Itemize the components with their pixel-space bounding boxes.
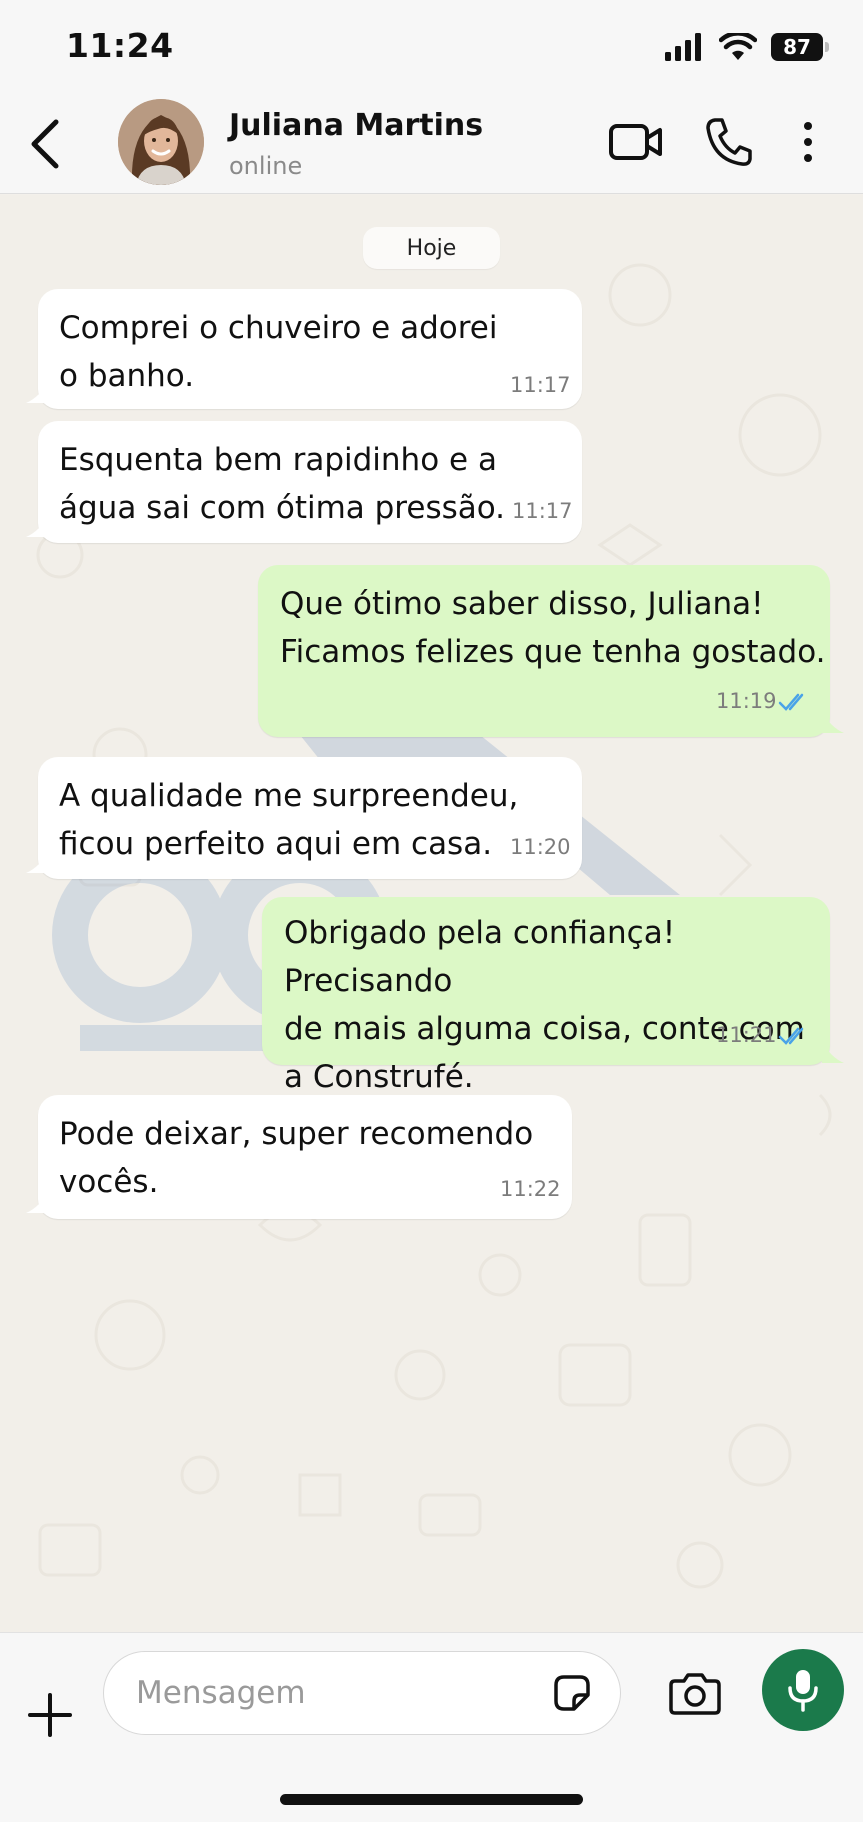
wifi-icon: [719, 33, 757, 60]
signal-icon: [665, 33, 701, 61]
chat-header: Juliana Martins online: [0, 94, 863, 194]
status-bar: 11:24 87: [0, 0, 863, 94]
message-bubble-incoming[interactable]: Pode deixar, super recomendo vocês. 11:2…: [38, 1095, 572, 1219]
read-receipt-icon: [778, 693, 804, 711]
message-input-bar: [0, 1632, 863, 1822]
home-indicator[interactable]: [280, 1794, 583, 1805]
message-time: 11:17: [510, 373, 571, 397]
message-text: Esquenta bem rapidinho e a água sai com …: [59, 442, 506, 526]
message-time: 11:17: [512, 499, 573, 523]
read-receipt-icon: [778, 1027, 804, 1045]
chat-area[interactable]: Hoje Comprei o chuveiro e adorei o banho…: [0, 195, 863, 1632]
bubble-tail: [822, 1041, 844, 1063]
message-bubble-outgoing[interactable]: Obrigado pela confiança! Precisando de m…: [262, 897, 830, 1095]
battery-indicator: 87: [771, 33, 829, 61]
phone-icon: [706, 118, 752, 166]
message-text: Que ótimo saber disso, Juliana! Ficamos …: [280, 586, 826, 670]
message-bubble-incoming[interactable]: Comprei o chuveiro e adorei o banho. 11:…: [38, 289, 582, 409]
status-time: 11:24: [66, 26, 174, 65]
contact-avatar-icon: [118, 99, 204, 185]
status-icons: 87: [665, 32, 829, 62]
message-bubble-outgoing[interactable]: Que ótimo saber disso, Juliana! Ficamos …: [258, 565, 830, 737]
attach-button[interactable]: [28, 1693, 72, 1737]
microphone-icon: [788, 1670, 818, 1712]
bubble-tail: [26, 851, 48, 873]
more-vertical-icon: [804, 122, 812, 162]
contact-name[interactable]: Juliana Martins: [229, 108, 483, 143]
bubble-tail: [822, 711, 844, 733]
voice-message-button[interactable]: [762, 1649, 844, 1731]
message-text: Pode deixar, super recomendo vocês.: [59, 1116, 534, 1200]
battery-level: 87: [783, 35, 811, 59]
message-input[interactable]: [103, 1651, 621, 1735]
sticker-icon: [554, 1675, 590, 1711]
sticker-button[interactable]: [552, 1673, 592, 1713]
message-text: Comprei o chuveiro e adorei o banho.: [59, 310, 498, 394]
plus-icon: [28, 1693, 72, 1737]
chevron-left-icon: [31, 119, 59, 169]
bubble-tail: [26, 515, 48, 537]
video-call-button[interactable]: [608, 120, 664, 170]
bubble-tail: [26, 1191, 48, 1213]
video-camera-icon: [609, 124, 662, 160]
message-bubble-incoming[interactable]: Esquenta bem rapidinho e a água sai com …: [38, 421, 582, 543]
bubble-tail: [26, 381, 48, 403]
message-text: Obrigado pela confiança! Precisando de m…: [284, 915, 805, 1095]
message-bubble-incoming[interactable]: A qualidade me surpreendeu, ficou perfei…: [38, 757, 582, 879]
camera-button[interactable]: [669, 1671, 721, 1715]
message-time: 11:19: [716, 689, 777, 713]
voice-call-button[interactable]: [705, 116, 753, 172]
avatar[interactable]: [118, 99, 204, 185]
message-time: 11:22: [500, 1177, 561, 1201]
camera-icon: [669, 1673, 721, 1715]
contact-status: online: [229, 152, 303, 180]
back-button[interactable]: [26, 116, 66, 172]
message-text: A qualidade me surpreendeu, ficou perfei…: [59, 778, 519, 862]
message-time: 11:20: [510, 835, 571, 859]
message-time: 11:21: [716, 1023, 777, 1047]
more-options-button[interactable]: [800, 120, 816, 170]
date-separator: Hoje: [363, 227, 500, 269]
